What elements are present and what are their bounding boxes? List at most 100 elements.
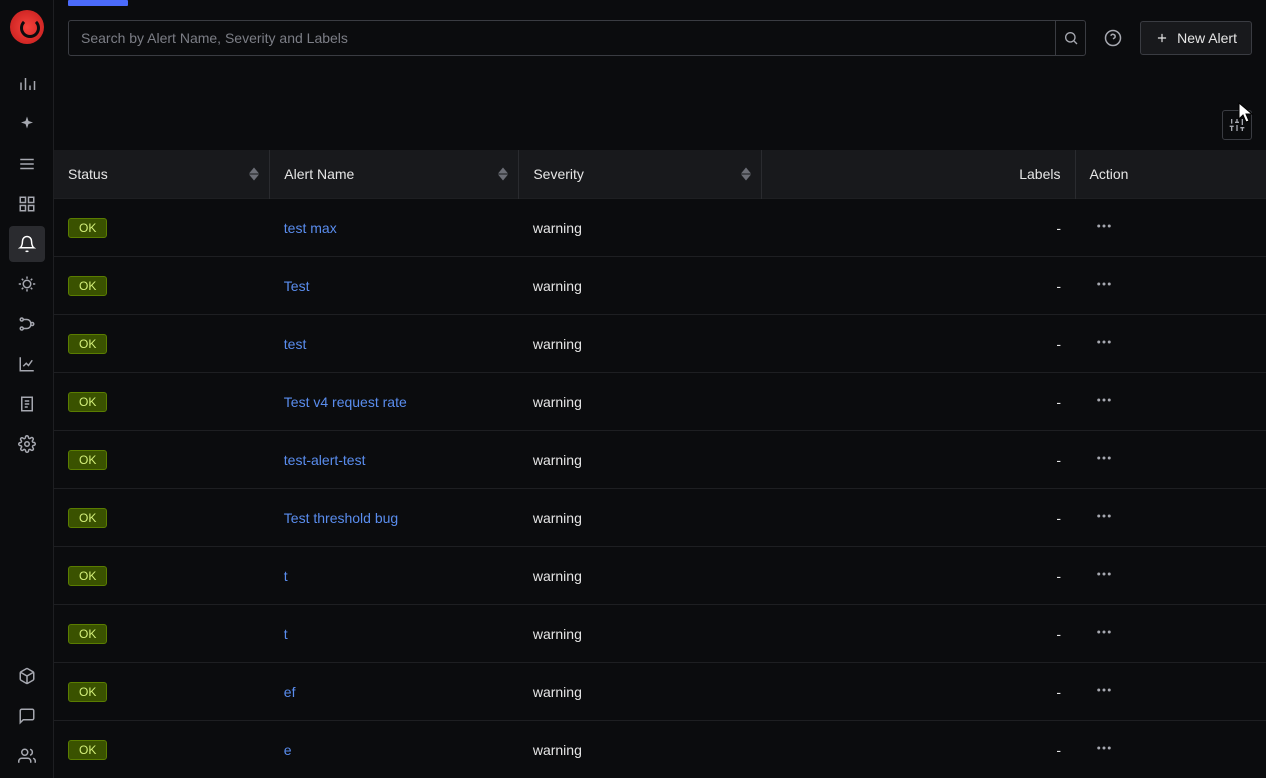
severity-cell: warning [519,373,762,431]
receipt-icon [18,395,36,413]
table-row: OK test-alert-test warning - [54,431,1266,489]
sort-icon [498,168,508,181]
search-input[interactable] [69,21,1055,55]
chat-icon [18,707,36,725]
bell-icon [18,235,36,253]
alert-name-link[interactable]: Test [284,278,310,294]
status-badge: OK [68,624,107,644]
new-alert-button[interactable]: New Alert [1140,21,1252,55]
table-row: OK e warning - [54,721,1266,778]
column-settings-button[interactable] [1222,110,1252,140]
labels-cell: - [762,721,1075,778]
labels-cell: - [762,431,1075,489]
labels-cell: - [762,199,1075,257]
severity-cell: warning [519,547,762,605]
main: New Alert Status Al [54,0,1266,778]
table-row: OK Test v4 request rate warning - [54,373,1266,431]
bug-icon [18,275,36,293]
table-row: OK ef warning - [54,663,1266,721]
list-icon [18,155,36,173]
col-header-labels-label: Labels [1019,166,1060,182]
status-badge: OK [68,334,107,354]
help-button[interactable] [1098,23,1128,53]
nav-feedback[interactable] [9,698,45,734]
labels-cell: - [762,663,1075,721]
nav-integrations[interactable] [9,658,45,694]
alert-name-link[interactable]: ef [284,684,296,700]
alert-name-link[interactable]: test-alert-test [284,452,366,468]
nav-dashboards[interactable] [9,186,45,222]
nav-alerts[interactable] [9,226,45,262]
sliders-icon [1229,117,1245,133]
search-wrap [68,20,1086,56]
more-horizontal-icon [1095,681,1113,699]
nav-settings[interactable] [9,426,45,462]
search-icon [1063,30,1079,46]
status-badge: OK [68,276,107,296]
sidebar [0,0,54,778]
alert-name-link[interactable]: Test v4 request rate [284,394,407,410]
sort-icon [249,168,259,181]
status-badge: OK [68,450,107,470]
status-badge: OK [68,218,107,238]
row-actions-button[interactable] [1095,275,1113,293]
sort-icon [741,168,751,181]
alert-name-link[interactable]: e [284,742,292,758]
alert-name-link[interactable]: test max [284,220,337,236]
row-actions-button[interactable] [1095,623,1113,641]
col-header-severity[interactable]: Severity [519,150,762,199]
nav-billing[interactable] [9,386,45,422]
nav-pipelines[interactable] [9,306,45,342]
plus-icon [1155,31,1169,45]
trend-icon [18,355,36,373]
more-horizontal-icon [1095,565,1113,583]
col-header-alert-name[interactable]: Alert Name [270,150,519,199]
row-actions-button[interactable] [1095,391,1113,409]
severity-cell: warning [519,489,762,547]
nav-metrics[interactable] [9,66,45,102]
more-horizontal-icon [1095,449,1113,467]
row-actions-button[interactable] [1095,333,1113,351]
row-actions-button[interactable] [1095,681,1113,699]
row-actions-button[interactable] [1095,217,1113,235]
box-icon [18,667,36,685]
table-row: OK Test warning - [54,257,1266,315]
compass-icon [18,115,36,133]
severity-cell: warning [519,315,762,373]
col-header-severity-label: Severity [533,166,584,182]
status-badge: OK [68,508,107,528]
nav-exceptions[interactable] [9,266,45,302]
labels-cell: - [762,547,1075,605]
nav-logs[interactable] [9,146,45,182]
col-header-action-label: Action [1090,166,1129,182]
status-badge: OK [68,392,107,412]
row-actions-button[interactable] [1095,507,1113,525]
table-row: OK t warning - [54,547,1266,605]
more-horizontal-icon [1095,739,1113,757]
alert-name-link[interactable]: t [284,626,288,642]
users-icon [18,747,36,765]
search-button[interactable] [1055,21,1085,55]
nav-explore[interactable] [9,106,45,142]
more-horizontal-icon [1095,217,1113,235]
row-actions-button[interactable] [1095,449,1113,467]
alert-name-link[interactable]: Test threshold bug [284,510,398,526]
labels-cell: - [762,315,1075,373]
row-actions-button[interactable] [1095,565,1113,583]
alert-name-link[interactable]: test [284,336,307,352]
new-alert-label: New Alert [1177,30,1237,46]
row-actions-button[interactable] [1095,739,1113,757]
alert-name-link[interactable]: t [284,568,288,584]
nav-usage[interactable] [9,346,45,382]
more-horizontal-icon [1095,333,1113,351]
nav-invite[interactable] [9,738,45,774]
severity-cell: warning [519,431,762,489]
col-header-status[interactable]: Status [54,150,270,199]
status-badge: OK [68,740,107,760]
col-header-status-label: Status [68,166,108,182]
more-horizontal-icon [1095,275,1113,293]
app-logo[interactable] [10,10,44,44]
table-row: OK t warning - [54,605,1266,663]
more-horizontal-icon [1095,391,1113,409]
labels-cell: - [762,373,1075,431]
